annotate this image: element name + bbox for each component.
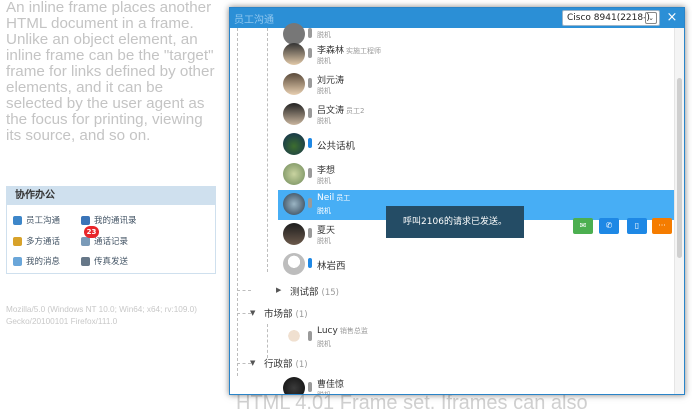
- panel-item-staff-chat[interactable]: 员工沟通: [13, 214, 60, 226]
- contact-status: 脱机: [317, 117, 331, 125]
- contact-row[interactable]: 吕文涛 员工2 脱机: [278, 100, 674, 130]
- status-indicator: [308, 382, 312, 392]
- avatar: [283, 103, 305, 125]
- contact-name: 曹佳惊: [317, 380, 345, 390]
- collapse-arrow-icon[interactable]: ▼: [250, 309, 255, 317]
- contact-tree: 脱机 李森林 实施工程师 脱机 刘元涛 脱机 吕文涛 员工2 脱机 公共话机 李…: [230, 23, 674, 395]
- panel-item-label: 多方通话: [26, 237, 61, 247]
- call-toast: 呼叫2106的请求已发送。: [386, 206, 524, 238]
- status-indicator: [308, 138, 312, 148]
- avatar: [283, 163, 305, 185]
- avatar: [283, 223, 305, 245]
- contact-status: 脱机: [317, 31, 331, 39]
- status-indicator: [308, 228, 312, 238]
- contact-status: 脱机: [317, 87, 331, 95]
- panel-item-label: 员工沟通: [26, 216, 61, 226]
- collab-panel: 协作办公 员工沟通 我的通讯录 多方通话 通话记录 我的消息 传真发送 23: [6, 186, 216, 274]
- user-agent-text: Mozilla/5.0 (Windows NT 10.0; Win64; x64…: [6, 305, 197, 326]
- contact-name: Lucy 销售总监: [317, 326, 368, 336]
- avatar: [283, 73, 305, 95]
- contact-row[interactable]: 刘元涛 脱机: [278, 70, 674, 100]
- unread-badge: 23: [84, 226, 99, 238]
- scrollbar-thumb[interactable]: [677, 78, 682, 258]
- contact-name: 李森林 实施工程师: [317, 46, 382, 56]
- more-button[interactable]: ···: [652, 218, 672, 234]
- contact-status: 脱机: [317, 57, 331, 65]
- contact-status: 脱机: [317, 391, 331, 395]
- contact-row[interactable]: Lucy 销售总监 脱机: [278, 323, 674, 353]
- panel-item-group-call[interactable]: 多方通话: [13, 235, 60, 247]
- contact-name: 夏天: [317, 226, 336, 236]
- panel-item-label: 传真发送: [94, 257, 129, 267]
- panel-item-fax[interactable]: 传真发送: [81, 255, 128, 267]
- contact-row[interactable]: 公共话机: [278, 130, 674, 160]
- contact-row[interactable]: 曹佳惊 脱机: [278, 374, 674, 395]
- contact-row[interactable]: 李想 脱机: [278, 160, 674, 190]
- avatar: [283, 377, 305, 394]
- scrollbar[interactable]: [674, 28, 684, 394]
- more-icon: ···: [658, 221, 666, 230]
- status-indicator: [308, 78, 312, 88]
- contact-name: 吕文涛 员工2: [317, 106, 365, 116]
- avatar: [283, 193, 305, 215]
- fax-icon: [81, 256, 90, 266]
- contact-name: 李想: [317, 166, 336, 176]
- contact-name: Neil 员工: [317, 193, 351, 203]
- panel-item-label: 我的通讯录: [94, 216, 137, 226]
- status-indicator: [308, 198, 312, 208]
- contact-status: 脱机: [317, 237, 331, 245]
- contact-name: 公共话机: [317, 141, 356, 152]
- status-indicator: [308, 168, 312, 178]
- mobile-button[interactable]: ▯: [627, 218, 647, 234]
- message-icon: [13, 256, 22, 266]
- dept-testing[interactable]: 测试部 (15): [290, 284, 339, 298]
- status-indicator: [308, 258, 312, 268]
- chat-button[interactable]: ✉: [573, 218, 593, 234]
- avatar: [283, 253, 305, 275]
- panel-item-address-book[interactable]: 我的通讯录: [81, 214, 137, 226]
- intro-paragraph: An inline frame places another HTML docu…: [6, 0, 215, 144]
- panel-item-label: 通话记录: [94, 237, 129, 247]
- panel-item-label: 我的消息: [26, 257, 61, 267]
- dept-marketing[interactable]: 市场部 (1): [264, 306, 308, 320]
- status-indicator: [308, 331, 312, 341]
- mobile-icon: ▯: [634, 221, 640, 230]
- panel-item-messages[interactable]: 我的消息: [13, 255, 60, 267]
- avatar: [283, 133, 305, 155]
- status-indicator: [308, 108, 312, 118]
- contact-row[interactable]: 林岩西: [278, 250, 674, 280]
- panel-title: 协作办公: [7, 187, 215, 205]
- contact-row[interactable]: 李森林 实施工程师 脱机: [278, 40, 674, 70]
- status-indicator: [308, 28, 312, 38]
- address-book-icon: [81, 215, 90, 225]
- expand-arrow-icon[interactable]: ▶: [276, 286, 281, 294]
- dept-admin[interactable]: 行政部 (1): [264, 356, 308, 370]
- group-call-icon: [13, 236, 22, 246]
- bottom-text: HTML 4.01 Frame set. Iframes can also: [236, 392, 588, 414]
- contact-status: 脱机: [317, 340, 331, 348]
- people-icon: [13, 215, 22, 225]
- call-button[interactable]: ✆: [599, 218, 619, 234]
- avatar: [283, 326, 305, 348]
- phone-icon: ✆: [605, 221, 613, 230]
- status-indicator: [308, 48, 312, 58]
- contact-status: 脱机: [317, 207, 331, 215]
- contact-status: 脱机: [317, 177, 331, 185]
- avatar: [283, 43, 305, 65]
- staff-chat-window: 员工沟通 Cisco 8941(2218-) ⌄ × 脱机 李森林 实施工程师 脱…: [229, 7, 685, 395]
- contact-name: 林岩西: [317, 261, 346, 272]
- window-title: 员工沟通: [234, 15, 274, 26]
- contact-name: 刘元涛: [317, 76, 345, 86]
- collapse-arrow-icon[interactable]: ▼: [250, 359, 255, 367]
- chat-icon: ✉: [579, 221, 587, 230]
